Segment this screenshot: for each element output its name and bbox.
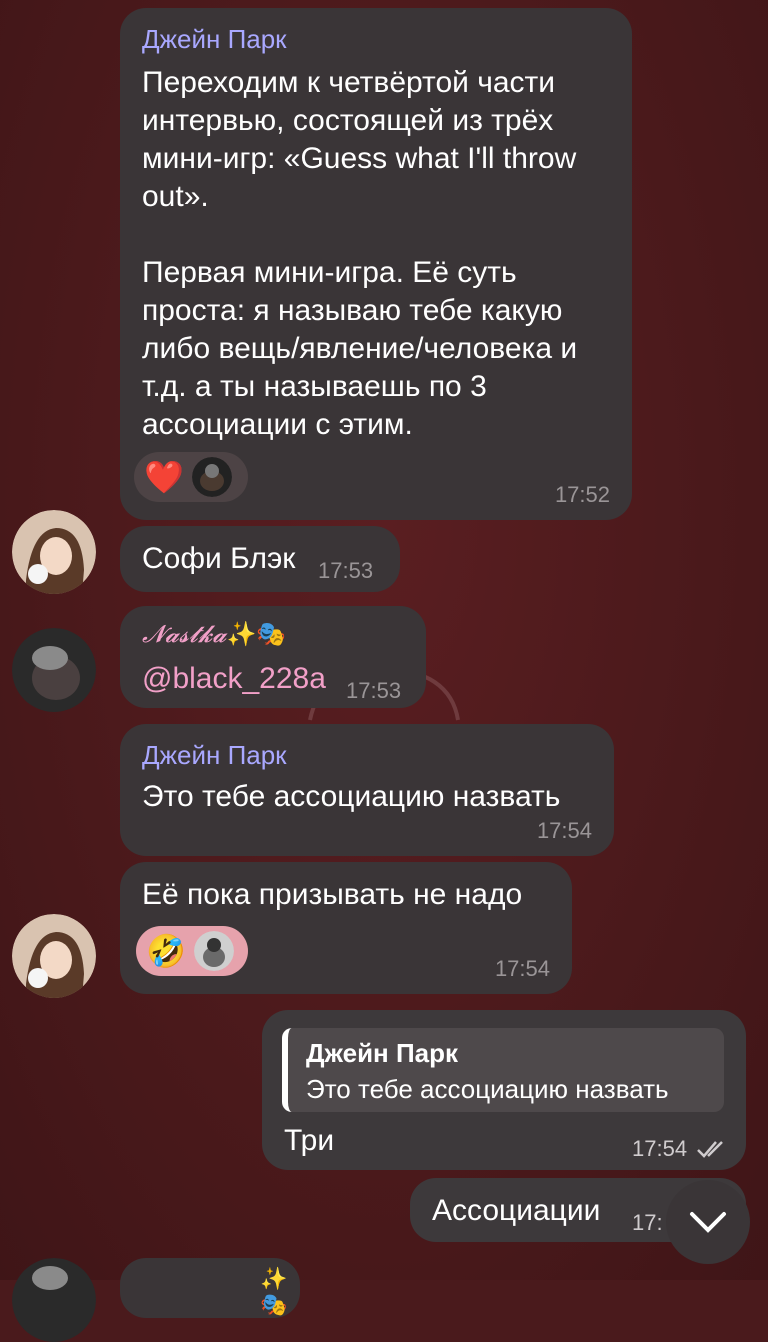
message-text: Ассоциации [432, 1194, 601, 1227]
message-bubble[interactable]: Джейн Парк Переходим к четвёртой части и… [120, 8, 632, 520]
double-check-icon [697, 1141, 723, 1158]
message-time: 17:54 [536, 818, 592, 843]
sender-name: ✨🎭 [260, 1266, 300, 1318]
scroll-to-bottom-button[interactable] [666, 1180, 750, 1264]
message-time: 17:54 [632, 1136, 688, 1161]
reaction-pill[interactable]: 🤣 [136, 926, 248, 976]
outgoing-message-bubble[interactable]: Джейн Парк Это тебе ассоциацию назвать Т… [262, 1010, 746, 1170]
sender-name[interactable]: Джейн Парк [142, 24, 287, 55]
mention-link[interactable]: @black_228a [142, 660, 326, 698]
quote-text: Это тебе ассоциацию назвать [306, 1074, 669, 1104]
message-bubble[interactable]: ✨🎭 [120, 1258, 300, 1318]
heart-emoji-icon: ❤️ [144, 459, 184, 495]
message-time: 17:54 [494, 956, 550, 981]
message-bubble[interactable]: 𝓝𝓪𝓼𝓽𝓴𝓪✨🎭 @black_228a 17:53 [120, 606, 426, 708]
sender-name[interactable]: Джейн Парк [142, 740, 287, 771]
rofl-emoji-icon: 🤣 [146, 933, 186, 969]
avatar[interactable] [12, 1258, 96, 1342]
reaction-pill[interactable]: ❤️ [134, 452, 248, 502]
quote-sender: Джейн Парк [306, 1038, 459, 1068]
avatar[interactable] [12, 628, 96, 712]
sender-name[interactable]: 𝓝𝓪𝓼𝓽𝓴𝓪✨🎭 [142, 620, 286, 648]
chevron-down-icon [690, 1212, 726, 1233]
message-text: Её пока призывать не надо [142, 878, 523, 911]
message-time: 17: [632, 1210, 663, 1235]
message-time: 17:53 [346, 678, 402, 703]
avatar[interactable] [12, 914, 96, 998]
sparkles-masks-icon: ✨🎭 [226, 620, 287, 648]
message-bubble[interactable]: Её пока призывать не надо 🤣 17:54 [120, 862, 572, 994]
message-text: Софи Блэк [142, 542, 296, 575]
avatar[interactable] [12, 510, 96, 594]
reactor-avatar [191, 457, 232, 497]
message-bubble[interactable]: Джейн Парк Это тебе ассоциацию назвать 1… [120, 724, 614, 856]
message-text: Это тебе ассоциацию назвать [142, 780, 561, 813]
message-bubble[interactable]: Софи Блэк 17:53 [120, 526, 400, 592]
message-text: Переходим к четвёртой части интервью, со… [142, 66, 578, 441]
reactor-avatar [193, 931, 234, 971]
message-time: 17:53 [318, 558, 374, 583]
sparkles-masks-icon: ✨🎭 [260, 1266, 288, 1317]
reply-quote[interactable]: Джейн Парк Это тебе ассоциацию назвать [282, 1028, 724, 1112]
message-time: 17:52 [554, 482, 610, 507]
message-text: Три [284, 1124, 335, 1157]
